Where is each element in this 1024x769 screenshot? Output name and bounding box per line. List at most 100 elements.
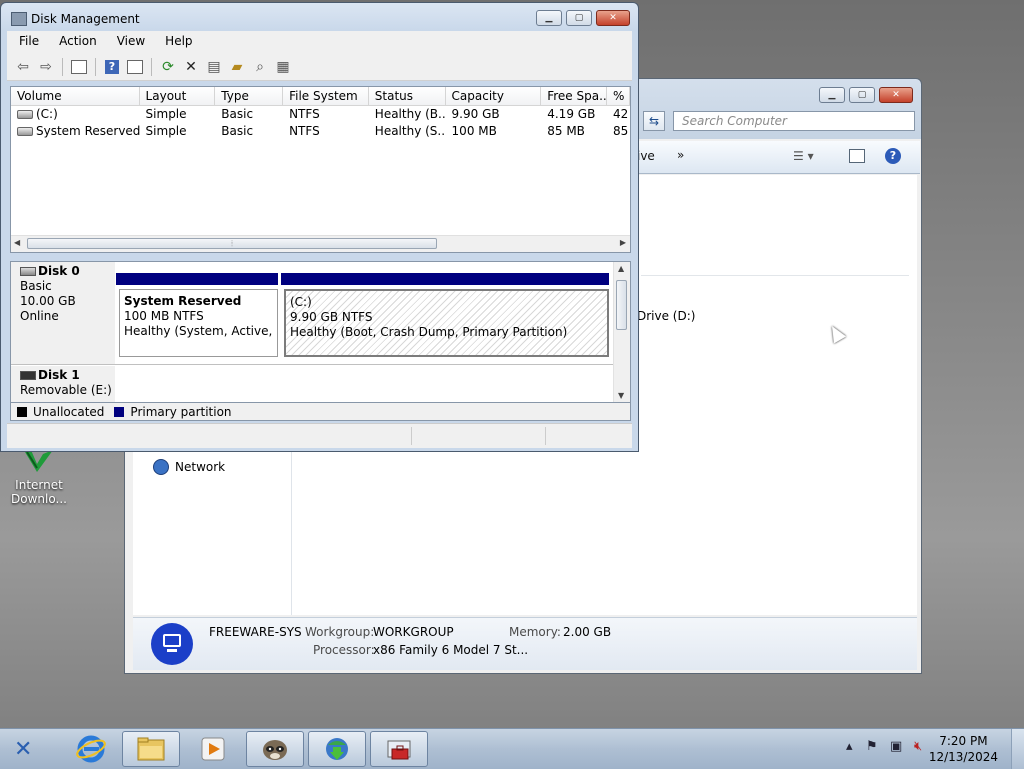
horizontal-scroll-thumb[interactable]: ⦙ bbox=[27, 238, 437, 249]
legend-unallocated: Unallocated bbox=[33, 404, 105, 419]
drive-icon bbox=[17, 127, 33, 136]
free-space-cell: 4.19 GB bbox=[547, 107, 596, 121]
column-status[interactable]: Status bbox=[369, 87, 446, 105]
explorer-nav-divider bbox=[291, 439, 292, 615]
minimize-button[interactable]: ▁ bbox=[536, 10, 562, 26]
back-icon[interactable]: ⇦ bbox=[13, 57, 33, 77]
desktop-icon-label-2: Downlo... bbox=[11, 492, 67, 506]
capacity-cell: 9.90 GB bbox=[451, 107, 500, 121]
preview-pane-icon[interactable] bbox=[849, 149, 865, 163]
disk-properties-icon[interactable]: ▦ bbox=[273, 57, 293, 77]
close-button[interactable]: ✕ bbox=[596, 10, 630, 26]
network-tray-icon[interactable]: ▣ bbox=[890, 739, 902, 754]
free-space-cell: 85 MB bbox=[547, 124, 585, 138]
show-desktop-button[interactable] bbox=[1011, 729, 1024, 769]
system-clock[interactable]: 7:20 PM 12/13/2024 bbox=[929, 733, 998, 765]
menu-view[interactable]: View bbox=[105, 31, 153, 53]
volume-cell: (C:) bbox=[11, 106, 140, 123]
partition-system-reserved-status: Healthy (System, Active, Prir bbox=[124, 324, 277, 338]
explorer-command-more[interactable]: » bbox=[677, 148, 684, 162]
internet-explorer-icon bbox=[76, 735, 106, 763]
partition-c[interactable]: (C:) 9.90 GB NTFS Healthy (Boot, Crash D… bbox=[284, 289, 609, 357]
partition-bar-c bbox=[281, 273, 609, 285]
search-icon[interactable]: ⌕ bbox=[250, 57, 270, 77]
memory-label: Memory: bbox=[509, 625, 561, 639]
type-cell: Basic bbox=[221, 107, 254, 121]
scroll-left-icon[interactable]: ◀ bbox=[14, 238, 20, 247]
volume-cell: System Reserved bbox=[11, 123, 140, 140]
layout-cell: Simple bbox=[145, 124, 187, 138]
horizontal-scrollbar[interactable]: ◀ ⦙ ▶ bbox=[11, 235, 630, 252]
computer-name: FREEWARE-SYS bbox=[209, 625, 302, 639]
open-folder-icon[interactable]: ▰ bbox=[227, 57, 247, 77]
properties-pane-icon[interactable] bbox=[125, 57, 145, 77]
column-capacity[interactable]: Capacity bbox=[446, 87, 542, 105]
drive-d-item[interactable]: Drive (D:) bbox=[637, 309, 695, 323]
desktop-icon-internet-download[interactable]: Internet Downlo... bbox=[8, 448, 70, 506]
partition-c-status: Healthy (Boot, Crash Dump, Primary Parti… bbox=[290, 325, 568, 339]
explorer-maximize-button[interactable]: ▢ bbox=[849, 87, 875, 103]
volume-list-header: Volume Layout Type File System Status Ca… bbox=[11, 87, 630, 106]
explorer-close-button[interactable]: ✕ bbox=[879, 87, 913, 103]
taskbar-media-player[interactable] bbox=[184, 731, 242, 767]
status-pane bbox=[411, 427, 412, 445]
scroll-down-icon[interactable]: ▼ bbox=[618, 391, 624, 400]
column-percent-free[interactable]: % F bbox=[607, 87, 630, 105]
delete-icon[interactable]: ✕ bbox=[181, 57, 201, 77]
explorer-refresh-icon[interactable]: ⇆ bbox=[643, 111, 665, 131]
start-button-icon[interactable]: ✕ bbox=[14, 737, 32, 762]
download-manager-icon bbox=[326, 738, 348, 760]
action-center-flag-icon[interactable]: ⚑ bbox=[866, 739, 878, 754]
taskbar-internet-download-manager[interactable] bbox=[308, 731, 366, 767]
help-book-icon[interactable]: ? bbox=[102, 57, 122, 77]
vertical-scroll-thumb[interactable] bbox=[616, 280, 627, 330]
maximize-button[interactable]: ▢ bbox=[566, 10, 592, 26]
disk-0-size: 10.00 GB bbox=[20, 294, 76, 308]
show-hidden-icons[interactable]: ▴ bbox=[846, 739, 853, 754]
column-free-space[interactable]: Free Spa... bbox=[541, 87, 608, 105]
menu-help[interactable]: Help bbox=[153, 31, 200, 53]
toolbar: ⇦ ⇨ ? ⟳ ✕ ▤ ▰ ⌕ ▦ bbox=[7, 53, 632, 81]
help-icon[interactable]: ? bbox=[885, 148, 901, 164]
properties-icon[interactable]: ▤ bbox=[204, 57, 224, 77]
column-file-system[interactable]: File System bbox=[283, 87, 369, 105]
partition-system-reserved-name: System Reserved bbox=[124, 294, 242, 308]
partition-system-reserved[interactable]: System Reserved 100 MB NTFS Healthy (Sys… bbox=[119, 289, 278, 357]
disk-0-label[interactable]: Disk 0 Basic 10.00 GB Online bbox=[11, 262, 115, 364]
column-volume[interactable]: Volume bbox=[11, 87, 140, 105]
scroll-up-icon[interactable]: ▲ bbox=[618, 264, 624, 273]
explorer-window-controls: ▁ ▢ ✕ bbox=[819, 87, 913, 103]
memory-value: 2.00 GB bbox=[563, 625, 612, 639]
explorer-minimize-button[interactable]: ▁ bbox=[819, 87, 845, 103]
taskbar-file-explorer[interactable] bbox=[122, 731, 180, 767]
nav-item-network[interactable]: Network bbox=[153, 459, 225, 475]
refresh-icon[interactable]: ⟳ bbox=[158, 57, 178, 77]
table-row[interactable]: (C:) Simple Basic NTFS Healthy (B... 9.9… bbox=[11, 106, 630, 123]
legend-swatch-unallocated bbox=[17, 406, 27, 417]
nav-item-network-label: Network bbox=[175, 460, 226, 474]
menu-action[interactable]: Action bbox=[47, 31, 105, 53]
volume-muted-icon[interactable]: 🔇︎ bbox=[914, 739, 922, 754]
menu-file[interactable]: File bbox=[7, 31, 47, 53]
disk-graphical-view: Disk 0 Basic 10.00 GB Online System Rese… bbox=[10, 261, 631, 403]
show-hide-console-tree-icon[interactable] bbox=[69, 57, 89, 77]
clock-date: 12/13/2024 bbox=[928, 750, 998, 764]
column-layout[interactable]: Layout bbox=[140, 87, 216, 105]
toolbar-separator bbox=[95, 57, 96, 76]
legend-swatch-primary bbox=[114, 406, 125, 417]
explorer-search-input[interactable]: Search Computer bbox=[673, 111, 915, 131]
legend-primary-partition: Primary partition bbox=[130, 404, 232, 419]
views-icon[interactable]: ☰ ▾ bbox=[793, 149, 814, 163]
forward-icon[interactable]: ⇨ bbox=[36, 57, 56, 77]
media-player-icon bbox=[201, 737, 225, 761]
disk-1-label[interactable]: Disk 1 Removable (E:) bbox=[11, 366, 115, 402]
partition-c-size: 9.90 GB NTFS bbox=[290, 310, 373, 324]
column-type[interactable]: Type bbox=[215, 87, 284, 105]
taskbar-raccoon-app[interactable] bbox=[246, 731, 304, 767]
taskbar-internet-explorer[interactable] bbox=[62, 731, 120, 767]
explorer-command-item[interactable]: ive bbox=[637, 149, 655, 163]
taskbar-disk-management[interactable] bbox=[370, 731, 428, 767]
scroll-right-icon[interactable]: ▶ bbox=[620, 238, 626, 247]
vertical-scrollbar[interactable]: ▲ ▼ bbox=[613, 262, 630, 402]
table-row[interactable]: System Reserved Simple Basic NTFS Health… bbox=[11, 123, 630, 140]
